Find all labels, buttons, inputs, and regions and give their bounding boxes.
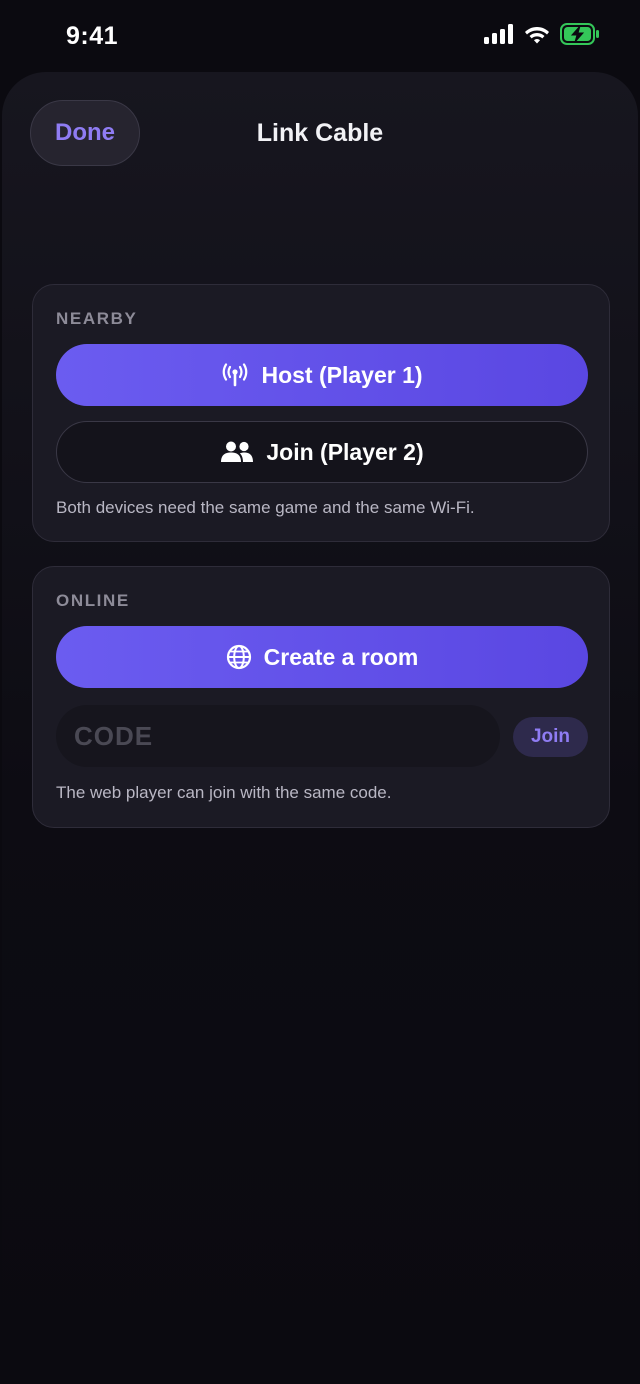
online-hint: The web player can join with the same co… [56,783,392,802]
people-icon [220,440,254,464]
create-room-button[interactable]: Create a room [56,626,588,688]
status-bar: 9:41 [0,0,640,72]
wifi-icon [524,24,550,49]
cellular-signal-icon [484,23,514,49]
globe-icon [226,644,252,670]
battery-charging-icon [560,22,600,50]
nearby-card: NEARBY Host (Player 1) Join (Player 2) B… [32,284,610,542]
join-room-button[interactable]: Join [513,717,588,757]
join-player2-label: Join (Player 2) [266,438,424,465]
room-code-input[interactable] [56,705,500,767]
nearby-hint: Both devices need the same game and the … [56,498,475,517]
host-button-label: Host (Player 1) [261,361,423,388]
antenna-icon [221,363,249,387]
create-room-label: Create a room [263,643,419,670]
nearby-section-label: NEARBY [56,309,138,328]
status-icons [484,22,600,50]
done-button[interactable]: Done [30,100,140,166]
join-player2-button[interactable]: Join (Player 2) [56,421,588,483]
online-section-label: ONLINE [56,591,130,610]
link-cable-sheet: Link Cable Done NEARBY Host (Player 1) J… [2,72,638,1384]
online-card: ONLINE Create a room Join The web player… [32,566,610,828]
nav-bar: Link Cable Done [2,100,638,166]
host-button[interactable]: Host (Player 1) [56,344,588,406]
status-time: 9:41 [66,21,119,50]
